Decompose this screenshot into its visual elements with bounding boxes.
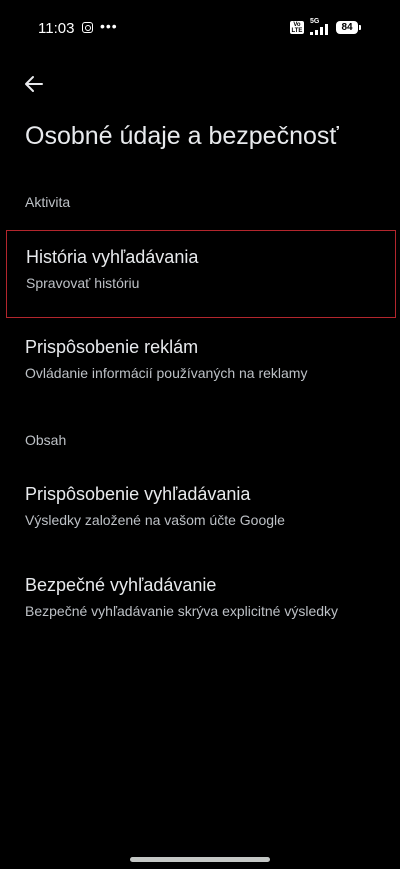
item-subtitle: Bezpečné vyhľadávanie skrýva explicitné … [25,603,339,619]
status-bar: 11:03 ••• Vo LTE 5G 84 [0,0,400,56]
item-title: Prispôsobenie reklám [25,337,199,357]
item-subtitle: Spravovať históriu [26,275,140,291]
arrow-back-icon [25,76,43,92]
section-header-content: Obsah [25,432,67,448]
ad-personalization-item[interactable]: Prispôsobenie reklám Ovládanie informáci… [0,321,400,409]
safe-search-item[interactable]: Bezpečné vyhľadávanie Bezpečné vyhľadáva… [0,559,400,647]
status-time: 11:03 [38,20,75,37]
more-icon: ••• [100,18,118,34]
volte-icon: Vo LTE [290,21,304,34]
item-title: Bezpečné vyhľadávanie [25,575,217,595]
page-title: Osobné údaje a bezpečnosť [25,122,339,150]
home-indicator[interactable] [130,857,270,862]
battery-icon: 84 [336,21,361,34]
search-history-item[interactable]: História vyhľadávania Spravovať históriu [6,230,396,318]
section-header-activity: Aktivita [25,194,71,210]
instagram-icon [82,22,93,33]
item-subtitle: Ovládanie informácií používaných na rekl… [25,365,308,381]
search-personalization-item[interactable]: Prispôsobenie vyhľadávania Výsledky zalo… [0,468,400,556]
item-title: História vyhľadávania [26,247,199,267]
item-subtitle: Výsledky založené na vašom účte Google [25,512,285,528]
signal-icon [310,24,328,35]
item-title: Prispôsobenie vyhľadávania [25,484,251,504]
back-button[interactable] [14,64,54,104]
